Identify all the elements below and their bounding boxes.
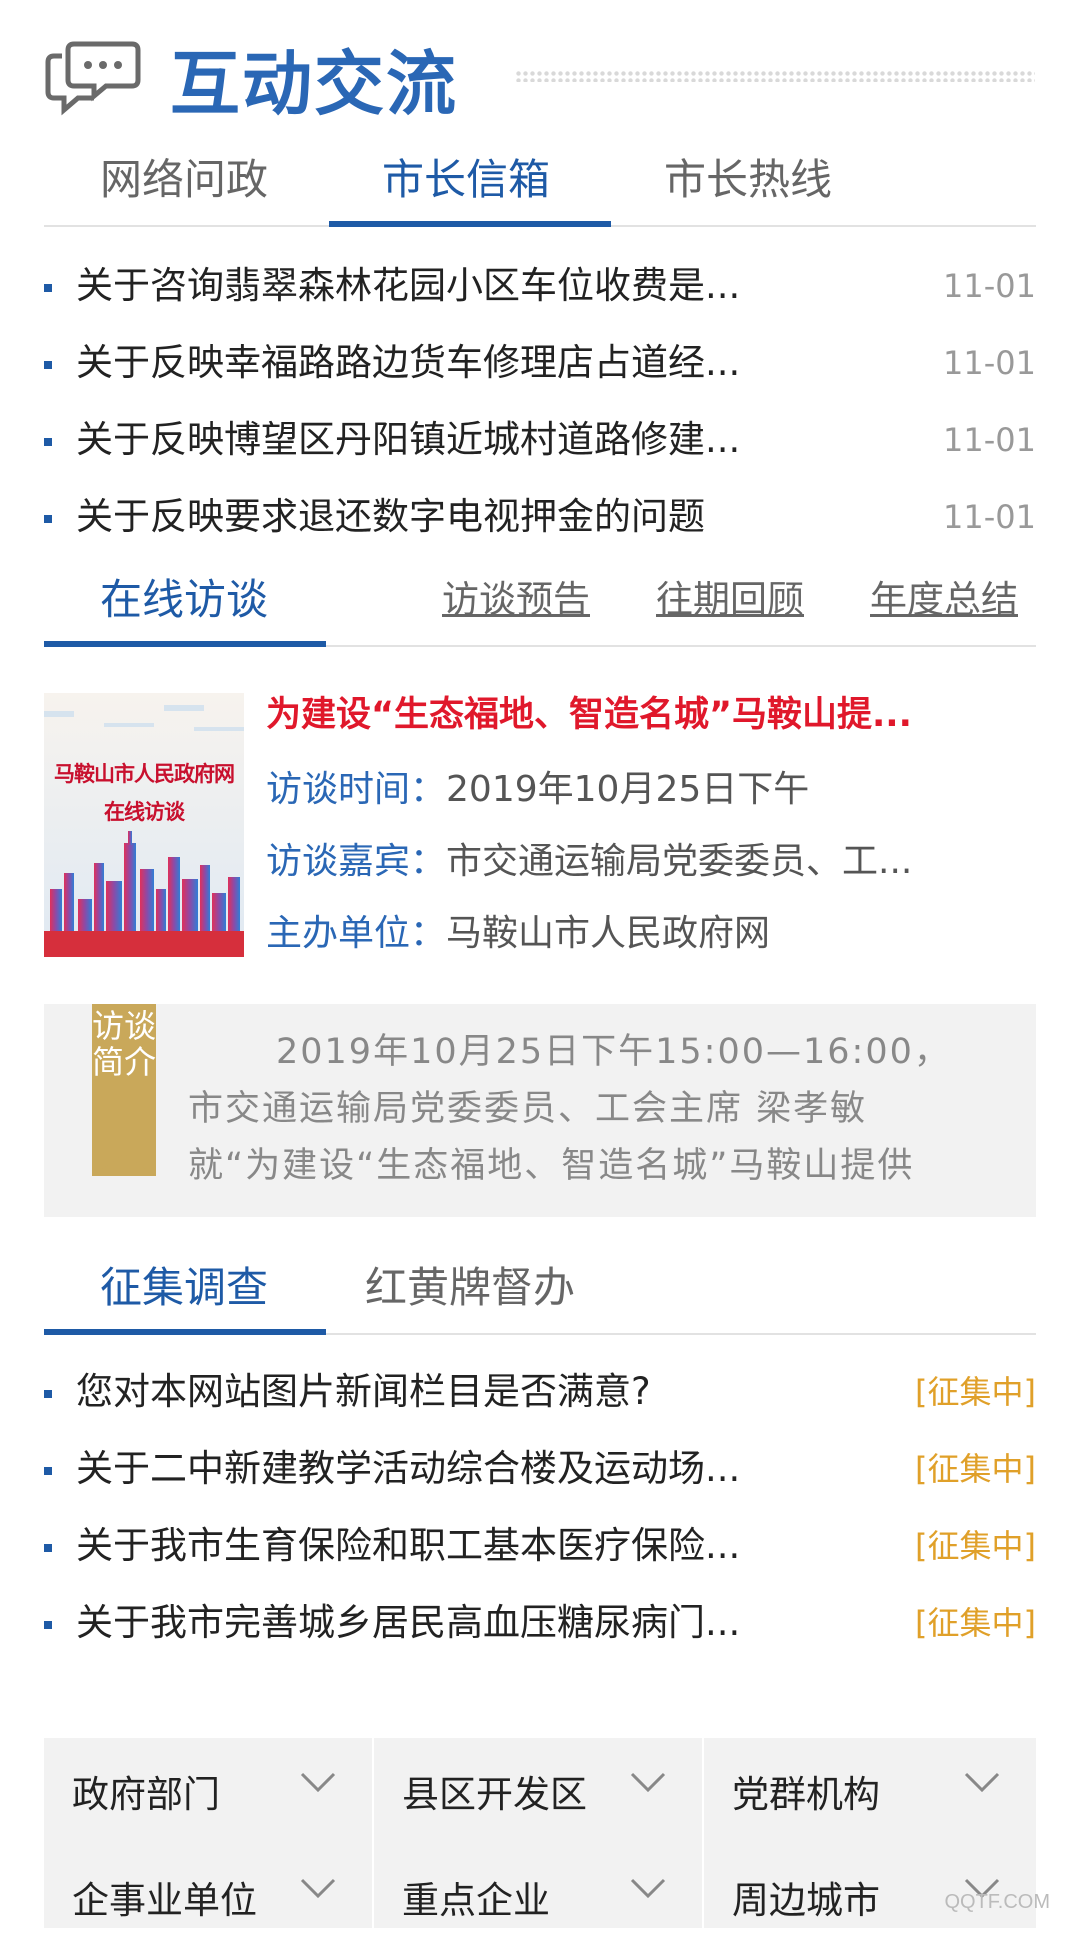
thumbnail-caption-2: 在线访谈 — [104, 800, 185, 824]
intro-text: 2019年10月25日下午15:00—16:00， 市交通运输局党委委员、工会主… — [188, 1024, 1018, 1195]
list-item[interactable]: 关于我市完善城乡居民高血压糖尿病门... [征集中] — [44, 1585, 1036, 1661]
tab-online-inquiry[interactable]: 网络问政 — [44, 135, 324, 225]
bullet-icon — [44, 284, 52, 292]
dropdown-label: 政府部门 — [72, 1773, 220, 1816]
chevron-down-icon — [300, 1772, 336, 1792]
chat-bubble-icon — [44, 36, 144, 116]
intro-ribbon: 访谈简介 — [92, 1004, 156, 1176]
active-tab-indicator — [44, 641, 326, 647]
list-item-date: 11-01 — [943, 267, 1036, 305]
list-item-date: 11-01 — [943, 421, 1036, 459]
chevron-down-icon — [300, 1878, 336, 1898]
list-item-title: 关于反映幸福路路边货车修理店占道经... — [76, 341, 741, 384]
tab-mayor-mailbox[interactable]: 市长信箱 — [326, 135, 606, 225]
dropdown-label: 县区开发区 — [402, 1773, 587, 1816]
list-item[interactable]: 关于反映博望区丹阳镇近城村道路修建... 11-01 — [44, 402, 1036, 478]
list-item-title: 关于我市完善城乡居民高血压糖尿病门... — [76, 1601, 741, 1644]
bullet-icon — [44, 1467, 52, 1475]
interview-host-value: 马鞍山市人民政府网 — [446, 913, 771, 954]
list-item[interactable]: 关于咨询翡翠森林花园小区车位收费是... 11-01 — [44, 248, 1036, 324]
intro-line-1: 2019年10月25日下午15:00—16:00， — [276, 1032, 951, 1072]
dropdown-label: 党群机构 — [732, 1773, 880, 1816]
thumbnail-caption-1: 马鞍山市人民政府网 — [54, 762, 235, 786]
watermark: QQTF.COM — [944, 1891, 1050, 1913]
interview-time-row: 访谈时间：2019年10月25日下午 — [266, 760, 1036, 812]
tab-mayor-hotline[interactable]: 市长热线 — [608, 135, 888, 225]
link-interview-preview[interactable]: 访谈预告 — [442, 555, 590, 645]
dropdown-label: 企事业单位 — [72, 1879, 257, 1922]
list-item-title: 关于反映要求退还数字电视押金的问题 — [76, 495, 705, 538]
interview-guest-row: 访谈嘉宾：市交通运输局党委委员、工... — [266, 832, 1036, 884]
list-item[interactable]: 关于我市生育保险和职工基本医疗保险... [征集中] — [44, 1508, 1036, 1584]
bullet-icon — [44, 438, 52, 446]
list-item-title: 关于咨询翡翠森林花园小区车位收费是... — [76, 264, 741, 307]
tab-online-interview[interactable]: 在线访谈 — [44, 555, 324, 645]
chevron-down-icon — [630, 1772, 666, 1792]
site-links-grid: 政府部门 县区开发区 党群机构 企事业单位 重点企业 周边城市 — [44, 1738, 1036, 1928]
interview-thumbnail[interactable]: 马鞍山市人民政府网 在线访谈 — [44, 693, 244, 957]
link-past-review[interactable]: 往期回顾 — [656, 555, 804, 645]
interview-guest-value: 市交通运输局党委委员、工... — [446, 841, 913, 882]
grid-divider — [702, 1738, 704, 1928]
chevron-down-icon — [630, 1878, 666, 1898]
dropdown-county-districts[interactable]: 县区开发区 — [374, 1738, 702, 1838]
list-item[interactable]: 关于反映幸福路路边货车修理店占道经... 11-01 — [44, 325, 1036, 401]
list-item[interactable]: 关于二中新建教学活动综合楼及运动场... [征集中] — [44, 1431, 1036, 1507]
list-item[interactable]: 您对本网站图片新闻栏目是否满意? [征集中] — [44, 1354, 1036, 1430]
interview-time-value: 2019年10月25日下午 — [446, 769, 810, 810]
intro-ribbon-label: 访谈简介 — [92, 1007, 157, 1081]
list-item-title: 关于二中新建教学活动综合楼及运动场... — [76, 1447, 741, 1490]
bullet-icon — [44, 1544, 52, 1552]
link-annual-summary[interactable]: 年度总结 — [870, 555, 1018, 645]
section-title: 互动交流 — [170, 42, 458, 125]
dropdown-key-enterprises[interactable]: 重点企业 — [374, 1844, 702, 1944]
interview-host-label: 主办单位： — [266, 913, 447, 954]
dropdown-institutions[interactable]: 企事业单位 — [44, 1844, 372, 1944]
chevron-down-icon — [964, 1772, 1000, 1792]
bullet-icon — [44, 1390, 52, 1398]
decorative-dotted-line — [515, 70, 1035, 82]
list-item-status: [征集中] — [915, 1450, 1036, 1488]
intro-line-3: 就“为建设“生态福地、智造名城”马鞍山提供 — [188, 1146, 915, 1186]
dropdown-party-organizations[interactable]: 党群机构 — [704, 1738, 1036, 1838]
list-item-status: [征集中] — [915, 1527, 1036, 1565]
list-item[interactable]: 关于反映要求退还数字电视押金的问题 11-01 — [44, 479, 1036, 555]
intro-line-2: 市交通运输局党委委员、工会主席 梁孝敏 — [188, 1089, 868, 1129]
survey-tabbar: 征集调查 红黄牌督办 — [44, 1243, 1036, 1335]
interview-intro-box[interactable]: 访谈简介 2019年10月25日下午15:00—16:00， 市交通运输局党委委… — [44, 1004, 1036, 1217]
active-tab-indicator — [44, 1329, 326, 1335]
list-item-status: [征集中] — [915, 1373, 1036, 1411]
dropdown-label: 周边城市 — [732, 1879, 880, 1922]
list-item-title: 关于反映博望区丹阳镇近城村道路修建... — [76, 418, 741, 461]
dropdown-government-departments[interactable]: 政府部门 — [44, 1738, 372, 1838]
tab-red-yellow-card[interactable]: 红黄牌督办 — [320, 1243, 620, 1333]
active-tab-indicator — [329, 221, 611, 227]
bullet-icon — [44, 361, 52, 369]
tab-survey[interactable]: 征集调查 — [44, 1243, 324, 1333]
mailbox-tabbar: 网络问政 市长信箱 市长热线 — [44, 135, 1036, 227]
bullet-icon — [44, 515, 52, 523]
grid-divider — [372, 1738, 374, 1928]
interview-title[interactable]: 为建设“生态福地、智造名城”马鞍山提... — [266, 686, 1046, 737]
interview-host-row: 主办单位：马鞍山市人民政府网 — [266, 904, 1036, 956]
interview-guest-label: 访谈嘉宾： — [266, 841, 447, 882]
interview-tabbar: 在线访谈 访谈预告 往期回顾 年度总结 — [44, 555, 1036, 647]
list-item-title: 关于我市生育保险和职工基本医疗保险... — [76, 1524, 741, 1567]
dropdown-label: 重点企业 — [402, 1879, 550, 1922]
list-item-title: 您对本网站图片新闻栏目是否满意? — [76, 1370, 651, 1413]
list-item-date: 11-01 — [943, 344, 1036, 382]
list-item-date: 11-01 — [943, 498, 1036, 536]
bullet-icon — [44, 1621, 52, 1629]
interview-time-label: 访谈时间： — [266, 769, 447, 810]
list-item-status: [征集中] — [915, 1604, 1036, 1642]
